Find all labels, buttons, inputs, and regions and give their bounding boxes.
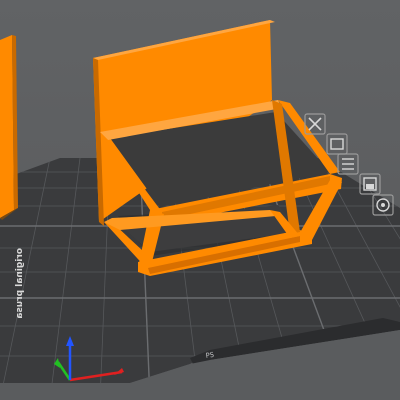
side-toolbar: [304, 113, 394, 216]
paint-tool-button[interactable]: [326, 133, 348, 155]
layers-icon: [342, 158, 354, 170]
layers-tool-button[interactable]: [337, 153, 359, 175]
supports-tool-button[interactable]: [359, 173, 381, 195]
3d-viewport[interactable]: PS original prusa: [0, 0, 400, 400]
seam-icon: [376, 198, 390, 212]
seam-tool-button[interactable]: [372, 194, 394, 216]
paint-icon: [330, 138, 344, 150]
close-icon: [308, 117, 322, 131]
delete-tool-button[interactable]: [304, 113, 326, 135]
support-icon: [363, 177, 377, 191]
